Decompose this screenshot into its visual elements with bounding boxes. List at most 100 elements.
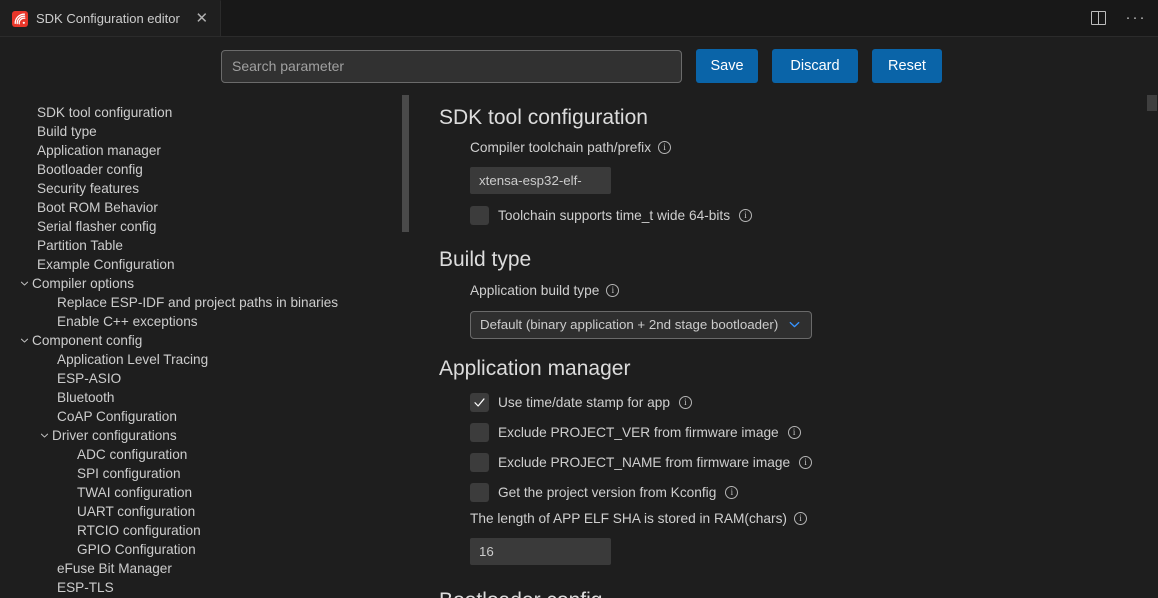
info-icon[interactable]: i	[739, 209, 752, 222]
sidebar-item-label: ESP-ASIO	[57, 371, 121, 386]
save-button[interactable]: Save	[696, 49, 758, 83]
info-icon[interactable]: i	[658, 141, 671, 154]
setting-label-row-application-build-type: Application build type i	[470, 280, 1158, 301]
section-title-bootloader-config: Bootloader config	[439, 588, 1158, 598]
field-label: The length of APP ELF SHA is stored in R…	[470, 511, 787, 526]
tab-title: SDK Configuration editor	[36, 11, 180, 26]
info-icon[interactable]: i	[788, 426, 801, 439]
sidebar-item-partition-table[interactable]: Partition Table	[0, 236, 414, 255]
dropdown-application-build-type[interactable]: Default (binary application + 2nd stage …	[470, 311, 812, 339]
section-title-sdk-tool-configuration: SDK tool configuration	[439, 105, 1158, 131]
setting-checkbox-row-get-the-project-version-from-kconfig: Get the project version from Kconfig i	[470, 478, 1158, 508]
sidebar-scrollbar-thumb[interactable]	[402, 95, 409, 232]
chevron-down-icon[interactable]	[36, 430, 52, 441]
sidebar-item-twai-configuration[interactable]: TWAI configuration	[0, 483, 414, 502]
checkbox-exclude-project-ver-from-firmware-image[interactable]	[470, 423, 489, 442]
main-scrollbar-thumb[interactable]	[1147, 95, 1157, 111]
sidebar-item-label: Replace ESP-IDF and project paths in bin…	[57, 295, 338, 310]
sidebar-item-label: Example Configuration	[37, 257, 175, 272]
editor-tab-bar: SDK Configuration editor ✕ ···	[0, 0, 1158, 37]
sidebar-item-bootloader-config[interactable]: Bootloader config	[0, 160, 414, 179]
sidebar-item-spi-configuration[interactable]: SPI configuration	[0, 464, 414, 483]
more-actions-icon[interactable]: ···	[1122, 5, 1150, 31]
sidebar-item-sdk-tool-configuration[interactable]: SDK tool configuration	[0, 103, 414, 122]
sidebar-item-replace-esp-idf-and-project-paths-in-binaries[interactable]: Replace ESP-IDF and project paths in bin…	[0, 293, 414, 312]
sidebar-item-application-manager[interactable]: Application manager	[0, 141, 414, 160]
sidebar-item-label: SDK tool configuration	[37, 105, 172, 120]
sidebar-item-example-configuration[interactable]: Example Configuration	[0, 255, 414, 274]
sidebar-item-application-level-tracing[interactable]: Application Level Tracing	[0, 350, 414, 369]
chevron-down-icon[interactable]	[16, 278, 32, 289]
field-label: Application build type	[470, 283, 599, 298]
sidebar-item-label: Enable C++ exceptions	[57, 314, 198, 329]
sidebar-scrollbar[interactable]	[398, 95, 412, 598]
info-icon[interactable]: i	[794, 512, 807, 525]
config-menu-sidebar: SDK tool configuration Build type Applicat…	[0, 95, 414, 598]
chevron-down-icon[interactable]	[16, 335, 32, 346]
sidebar-item-gpio-configuration[interactable]: GPIO Configuration	[0, 540, 414, 559]
check-icon	[473, 396, 486, 409]
sidebar-item-label: eFuse Bit Manager	[57, 561, 172, 576]
section-title-application-manager: Application manager	[439, 356, 1158, 382]
sidebar-item-label: CoAP Configuration	[57, 409, 177, 424]
input-the-length-of-app-elf-sha-is-stored-in-ram-chars[interactable]	[470, 538, 611, 565]
sidebar-item-security-features[interactable]: Security features	[0, 179, 414, 198]
chevron-down-icon[interactable]	[787, 317, 802, 332]
checkbox-exclude-project-name-from-firmware-image[interactable]	[470, 453, 489, 472]
sidebar-item-label: SPI configuration	[77, 466, 181, 481]
checkbox-get-the-project-version-from-kconfig[interactable]	[470, 483, 489, 502]
checkbox-use-time-date-stamp-for-app[interactable]	[470, 393, 489, 412]
sidebar-item-esp-tls[interactable]: ESP-TLS	[0, 578, 414, 597]
discard-button[interactable]: Discard	[772, 49, 858, 83]
sidebar-item-coap-configuration[interactable]: CoAP Configuration	[0, 407, 414, 426]
tab-sdk-configuration-editor[interactable]: SDK Configuration editor ✕	[0, 0, 221, 36]
sidebar-item-label: ESP-TLS	[57, 580, 114, 595]
sidebar-item-uart-configuration[interactable]: UART configuration	[0, 502, 414, 521]
sidebar-item-label: Build type	[37, 124, 97, 139]
section-title-build-type: Build type	[439, 247, 1158, 273]
sidebar-item-label: Boot ROM Behavior	[37, 200, 158, 215]
sidebar-item-label: GPIO Configuration	[77, 542, 196, 557]
settings-list: SDK tool configurationCompiler toolchain…	[439, 95, 1158, 598]
sidebar-item-compiler-options[interactable]: Compiler options	[0, 274, 414, 293]
input-compiler-toolchain-path-prefix[interactable]	[470, 167, 611, 194]
sidebar-item-build-type[interactable]: Build type	[0, 122, 414, 141]
sidebar-item-label: RTCIO configuration	[77, 523, 201, 538]
checkbox-toolchain-supports-time-t-wide-64-bits[interactable]	[470, 206, 489, 225]
split-editor-icon[interactable]	[1084, 5, 1112, 31]
setting-checkbox-row-exclude-project-ver-from-firmware-image: Exclude PROJECT_VER from firmware imagei	[470, 418, 1158, 448]
sidebar-item-label: Serial flasher config	[37, 219, 156, 234]
sidebar-item-bluetooth[interactable]: Bluetooth	[0, 388, 414, 407]
sidebar-item-adc-configuration[interactable]: ADC configuration	[0, 445, 414, 464]
info-icon[interactable]: i	[799, 456, 812, 469]
sidebar-item-driver-configurations[interactable]: Driver configurations	[0, 426, 414, 445]
checkbox-label: Exclude PROJECT_NAME from firmware image	[498, 455, 790, 470]
sidebar-item-boot-rom-behavior[interactable]: Boot ROM Behavior	[0, 198, 414, 217]
setting-checkbox-row-toolchain-supports-time-t-wide-64-bits: Toolchain supports time_t wide 64-bits i	[470, 200, 1158, 230]
checkbox-label: Use time/date stamp for app	[498, 395, 670, 410]
checkbox-label: Toolchain supports time_t wide 64-bits	[498, 208, 730, 223]
info-icon[interactable]: i	[679, 396, 692, 409]
sidebar-item-enable-c-exceptions[interactable]: Enable C++ exceptions	[0, 312, 414, 331]
sidebar-item-label: Application manager	[37, 143, 161, 158]
info-icon[interactable]: i	[725, 486, 738, 499]
config-toolbar: Save Discard Reset	[0, 37, 1158, 95]
reset-button[interactable]: Reset	[872, 49, 942, 83]
close-icon[interactable]: ✕	[194, 11, 210, 26]
setting-label-row-the-length-of-app-elf-sha-is-stored-in-ram-chars: The length of APP ELF SHA is stored in R…	[470, 508, 1158, 529]
sidebar-item-label: TWAI configuration	[77, 485, 192, 500]
sidebar-item-esp-asio[interactable]: ESP-ASIO	[0, 369, 414, 388]
search-input[interactable]	[221, 50, 682, 83]
sidebar-item-component-config[interactable]: Component config	[0, 331, 414, 350]
sidebar-item-label: Driver configurations	[52, 428, 177, 443]
editor-body: SDK tool configuration Build type Applicat…	[0, 95, 1158, 598]
info-icon[interactable]: i	[606, 284, 619, 297]
checkbox-label: Get the project version from Kconfig	[498, 485, 716, 500]
sidebar-item-rtcio-configuration[interactable]: RTCIO configuration	[0, 521, 414, 540]
main-scrollbar[interactable]	[1144, 95, 1158, 598]
sidebar-item-serial-flasher-config[interactable]: Serial flasher config	[0, 217, 414, 236]
editor-actions: ···	[1084, 0, 1150, 36]
sidebar-item-label: Component config	[32, 333, 142, 348]
sidebar-item-efuse-bit-manager[interactable]: eFuse Bit Manager	[0, 559, 414, 578]
config-settings-pane: SDK tool configurationCompiler toolchain…	[414, 95, 1158, 598]
